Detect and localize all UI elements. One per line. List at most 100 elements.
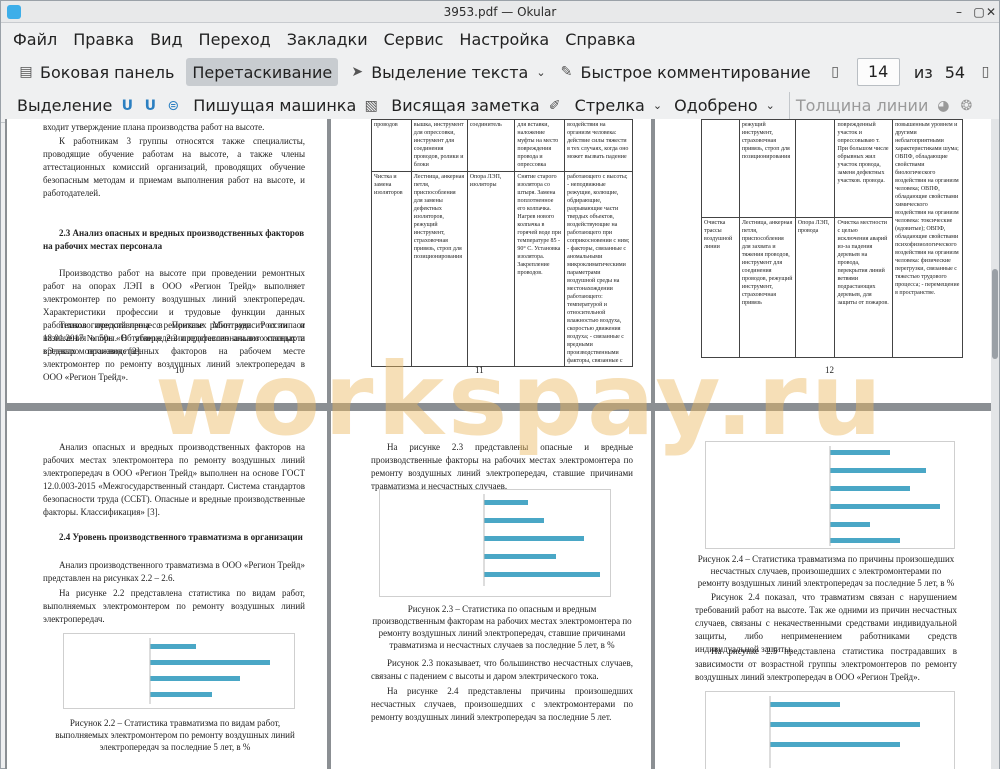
page-text: Анализ опасных и вредных производственны… <box>43 442 305 517</box>
page-text: На рисунке 2.2 представлена статистика п… <box>43 588 305 624</box>
table-cell: вышка, инструмент для опрессовки, инстру… <box>410 119 468 172</box>
annotation-toolbar: Выделение U U ⊜ Пишущая машинка ▧ Висяща… <box>1 89 999 123</box>
page-number-input[interactable]: 14 <box>856 58 900 86</box>
color-wheel-icon[interactable]: ◕ <box>934 97 952 115</box>
table-cell: режущий инструмент, страховочная привязь… <box>738 119 796 218</box>
table-cell: Лестница, анкерная петля, приспособления… <box>738 217 796 358</box>
chart-bar <box>484 554 556 559</box>
page-12: режущий инструмент, страховочная привязь… <box>655 119 991 403</box>
page-text: К работникам 3 группы относятся также сп… <box>43 136 305 198</box>
table-cell: Опора ЛЭП, провода <box>794 217 836 358</box>
table-cell: Чистка и замена изоляторов <box>371 171 412 367</box>
menu-bookmarks[interactable]: Закладки <box>279 30 376 49</box>
chart-bar <box>830 504 940 509</box>
text-selection-button[interactable]: ➤ Выделение текста ⌄ <box>342 58 551 86</box>
arrow-button[interactable]: Стрелка ⌄ <box>569 92 668 120</box>
sticky-note-label: Висящая заметка <box>391 96 540 115</box>
arrow-label: Стрелка <box>574 96 645 115</box>
menu-settings[interactable]: Настройка <box>451 30 557 49</box>
chevron-down-icon[interactable]: ⌄ <box>653 99 662 112</box>
page-13: Анализ опасных и вредных производственны… <box>7 411 327 769</box>
strikeout-icon[interactable]: ⊜ <box>164 97 182 115</box>
sidebar-icon: ▤ <box>19 64 33 80</box>
page-11: проводов вышка, инструмент для опрессовк… <box>331 119 651 403</box>
close-icon[interactable]: ✕ <box>983 5 999 19</box>
chart-bar <box>830 486 910 491</box>
page-number: 11 <box>475 365 484 375</box>
typewriter-label: Пишущая машинка <box>193 96 357 115</box>
chart-bar <box>150 660 270 665</box>
brush-icon[interactable]: ✐ <box>546 97 564 115</box>
hazard-table: проводов вышка, инструмент для опрессовк… <box>371 119 633 367</box>
pen-icon: ✎ <box>560 64 573 80</box>
figure-caption: Рисунок 2.4 – Статистика травматизма по … <box>697 554 955 588</box>
drag-mode-button[interactable]: Перетаскивание <box>186 58 339 86</box>
page-number: 12 <box>825 365 834 375</box>
chart-bar <box>484 500 528 505</box>
table-cell: Опора ЛЭП, изоляторы <box>466 171 516 367</box>
chart-bar <box>830 450 890 455</box>
drag-mode-label: Перетаскивание <box>192 62 333 82</box>
text-selection-label: Выделение текста <box>371 62 529 82</box>
next-page-icon[interactable]: ▯ <box>977 63 994 81</box>
main-toolbar: ▤ Боковая панель Перетаскивание ➤ Выделе… <box>1 55 999 89</box>
menu-edit[interactable]: Правка <box>65 30 142 49</box>
vertical-scrollbar[interactable] <box>991 119 999 769</box>
note-icon[interactable]: ▧ <box>362 97 380 115</box>
chart-bar <box>830 522 870 527</box>
chevron-down-icon[interactable]: ⌄ <box>536 66 545 79</box>
quick-comment-button[interactable]: ✎ Быстрое комментирование <box>552 58 817 86</box>
okular-window: 3953.pdf — Okular – ▢ ✕ Файл Правка Вид … <box>0 0 1000 769</box>
sidebar-label: Боковая панель <box>40 62 175 82</box>
page-14: На рисунке 2.3 представлены опасные и вр… <box>331 411 651 769</box>
minimize-icon[interactable]: – <box>951 5 967 19</box>
figure-2-3-chart <box>379 489 611 597</box>
chart-bar <box>150 692 212 697</box>
line-width-button[interactable]: Толщина линии <box>788 91 935 120</box>
typewriter-button[interactable]: Пишущая машинка <box>187 92 362 120</box>
line-width-label: Толщина линии <box>795 96 929 115</box>
sticky-note-button[interactable]: Висящая заметка <box>385 92 545 120</box>
table-cell: Очистка трассы воздушной линии <box>701 217 740 358</box>
chart-bar <box>484 572 600 577</box>
highlight-label: Выделение <box>17 96 113 115</box>
document-viewport[interactable]: входит утверждение плана производства ра… <box>5 119 991 769</box>
table-cell: воздействия на организм человека: действ… <box>564 119 633 172</box>
page-15: Рисунок 2.4 – Статистика травматизма по … <box>655 411 991 769</box>
underline-icon[interactable]: U <box>118 97 136 115</box>
table-cell: Лестница, анкерная петля, приспособления… <box>410 171 468 367</box>
stamp-approved-label: Одобрено <box>674 96 758 115</box>
cursor-arrow-icon: ➤ <box>351 64 364 80</box>
menu-file[interactable]: Файл <box>5 30 65 49</box>
chart-bar <box>770 742 900 747</box>
palette-icon[interactable]: ❂ <box>957 97 975 115</box>
squiggle-underline-icon[interactable]: U <box>141 97 159 115</box>
page-of-label: из <box>913 62 933 82</box>
page-text: Технологический процесс ремонтных работ … <box>43 320 305 382</box>
page-number: 10 <box>175 365 184 375</box>
page-total: 54 <box>944 62 966 82</box>
menu-view[interactable]: Вид <box>142 30 190 49</box>
page-text: На рисунке 2.5 представлена статистика п… <box>695 646 957 682</box>
stamp-approved-button[interactable]: Одобрено ⌄ <box>668 92 781 120</box>
chart-bar <box>830 468 926 473</box>
menu-help[interactable]: Справка <box>557 30 644 49</box>
page-text: Анализ производственного травматизма в О… <box>43 560 305 583</box>
page-text: входит утверждение плана производства ра… <box>43 122 265 132</box>
menu-tools[interactable]: Сервис <box>376 30 452 49</box>
page-icon: ▯ <box>831 64 839 80</box>
highlight-button[interactable]: Выделение <box>11 92 118 120</box>
figure-2-4-chart <box>705 441 955 549</box>
chart-bar <box>150 644 196 649</box>
table-cell: повышенным уровнем и другими неблагоприя… <box>892 119 963 358</box>
menu-go[interactable]: Переход <box>191 30 279 49</box>
table-cell: работающего с высоты; - неподвижные режу… <box>564 171 633 367</box>
table-cell <box>794 119 836 218</box>
chart-bar <box>150 676 240 681</box>
sidebar-button[interactable]: ▤ Боковая панель <box>11 58 180 86</box>
okular-app-icon <box>7 5 21 19</box>
scrollbar-thumb[interactable] <box>992 269 998 359</box>
table-cell: Очистка местности с целью исключения ава… <box>834 217 894 358</box>
figure-caption: Рисунок 2.2 – Статистика травматизма по … <box>55 718 295 752</box>
chevron-down-icon[interactable]: ⌄ <box>766 99 775 112</box>
